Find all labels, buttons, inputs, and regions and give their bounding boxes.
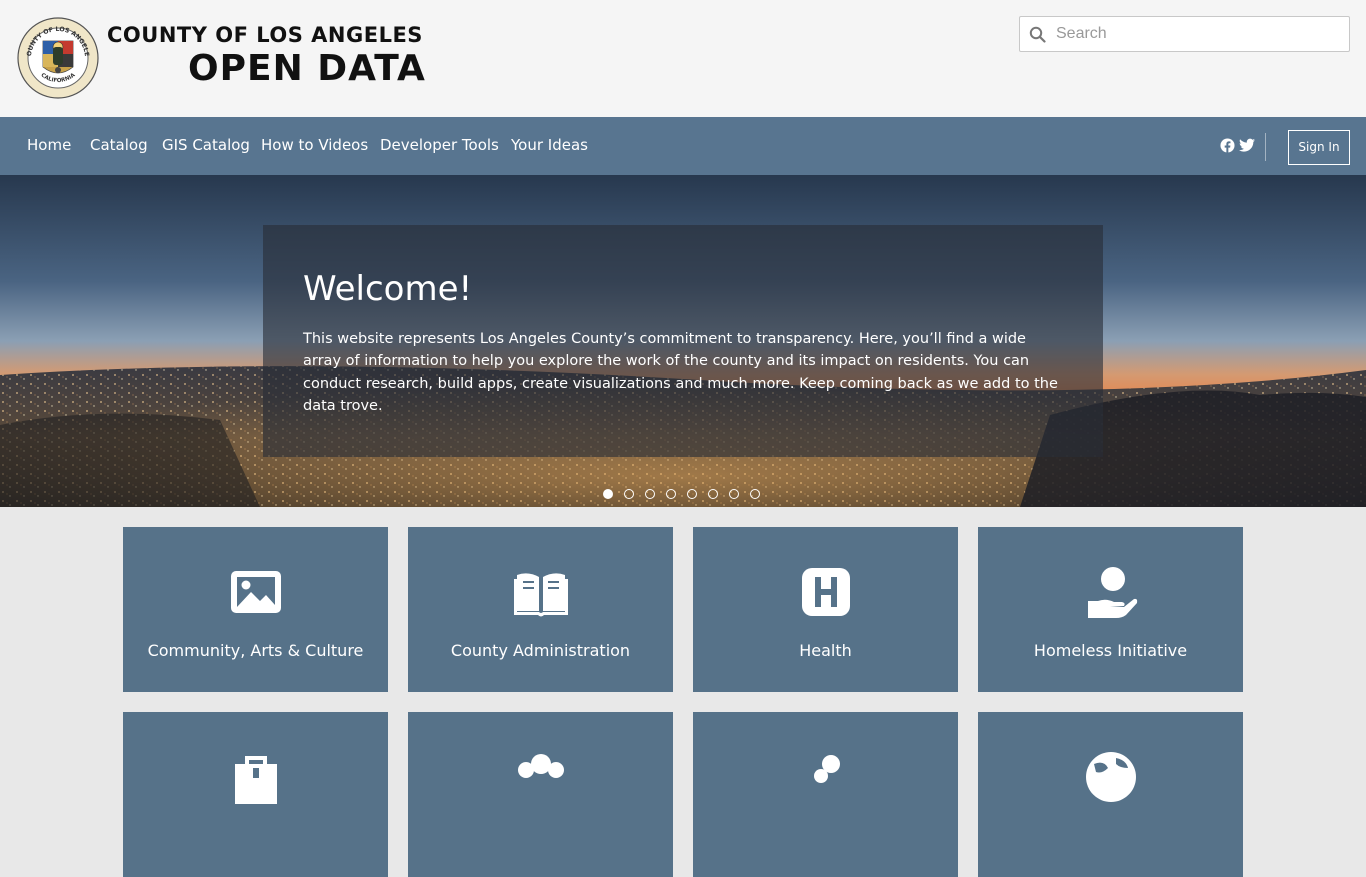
nav-item-gis-catalog[interactable]: GIS Catalog	[162, 136, 250, 154]
nav-item-developer-tools[interactable]: Developer Tools	[380, 136, 499, 154]
county-seal-logo[interactable]: COUNTY OF LOS ANGELES CALIFORNIA	[17, 17, 99, 99]
site-header: COUNTY OF LOS ANGELES CALIFORNIA COUNTY …	[0, 0, 1366, 117]
search-box[interactable]	[1019, 16, 1350, 52]
carousel-dot[interactable]	[729, 489, 739, 499]
carousel-dot[interactable]	[624, 489, 634, 499]
group-icon	[518, 754, 564, 778]
category-label: County Administration	[450, 641, 631, 660]
image-icon	[231, 571, 281, 613]
category-tile[interactable]	[408, 712, 673, 877]
nav-item-home[interactable]: Home	[27, 136, 71, 154]
site-title-open-data: OPEN DATA	[188, 48, 426, 89]
category-tile[interactable]	[123, 712, 388, 877]
category-label: Health	[799, 641, 852, 660]
category-tile-health[interactable]: Health	[693, 527, 958, 692]
category-tile[interactable]	[693, 712, 958, 877]
hand-holding-icon	[1088, 567, 1138, 618]
hospital-icon	[802, 568, 850, 616]
carousel-dot[interactable]	[687, 489, 697, 499]
hero-title: Welcome!	[303, 269, 473, 309]
sign-in-button[interactable]: Sign In	[1288, 130, 1350, 165]
gears-icon	[814, 755, 840, 783]
search-input[interactable]	[1054, 18, 1344, 50]
hero-carousel: Welcome! This website represents Los Ang…	[0, 175, 1366, 507]
search-icon	[1029, 26, 1046, 43]
carousel-dot[interactable]	[750, 489, 760, 499]
site-title-county: COUNTY OF LOS ANGELES	[107, 23, 423, 47]
facebook-icon[interactable]	[1220, 138, 1235, 153]
twitter-icon[interactable]	[1239, 138, 1255, 153]
carousel-dot[interactable]	[603, 489, 613, 499]
category-tile-county-administration[interactable]: County Administration	[408, 527, 673, 692]
nav-item-your-ideas[interactable]: Your Ideas	[511, 136, 588, 154]
nav-item-how-to-videos[interactable]: How to Videos	[261, 136, 368, 154]
nav-divider	[1265, 133, 1266, 161]
globe-icon	[1086, 752, 1136, 802]
category-tile[interactable]	[978, 712, 1243, 877]
briefcase-icon	[235, 756, 277, 804]
carousel-dot[interactable]	[666, 489, 676, 499]
book-open-icon	[514, 573, 568, 617]
category-label: Community, Arts & Culture	[147, 641, 364, 660]
carousel-dot[interactable]	[708, 489, 718, 499]
main-nav: Home Catalog GIS Catalog How to Videos D…	[0, 117, 1366, 175]
carousel-dot[interactable]	[645, 489, 655, 499]
category-tile-community-arts-culture[interactable]: Community, Arts & Culture	[123, 527, 388, 692]
category-tile-homeless-initiative[interactable]: Homeless Initiative	[978, 527, 1243, 692]
nav-item-catalog[interactable]: Catalog	[90, 136, 148, 154]
hero-description: This website represents Los Angeles Coun…	[303, 331, 1058, 415]
welcome-panel: Welcome! This website represents Los Ang…	[263, 225, 1103, 457]
category-label: Homeless Initiative	[1033, 641, 1188, 660]
